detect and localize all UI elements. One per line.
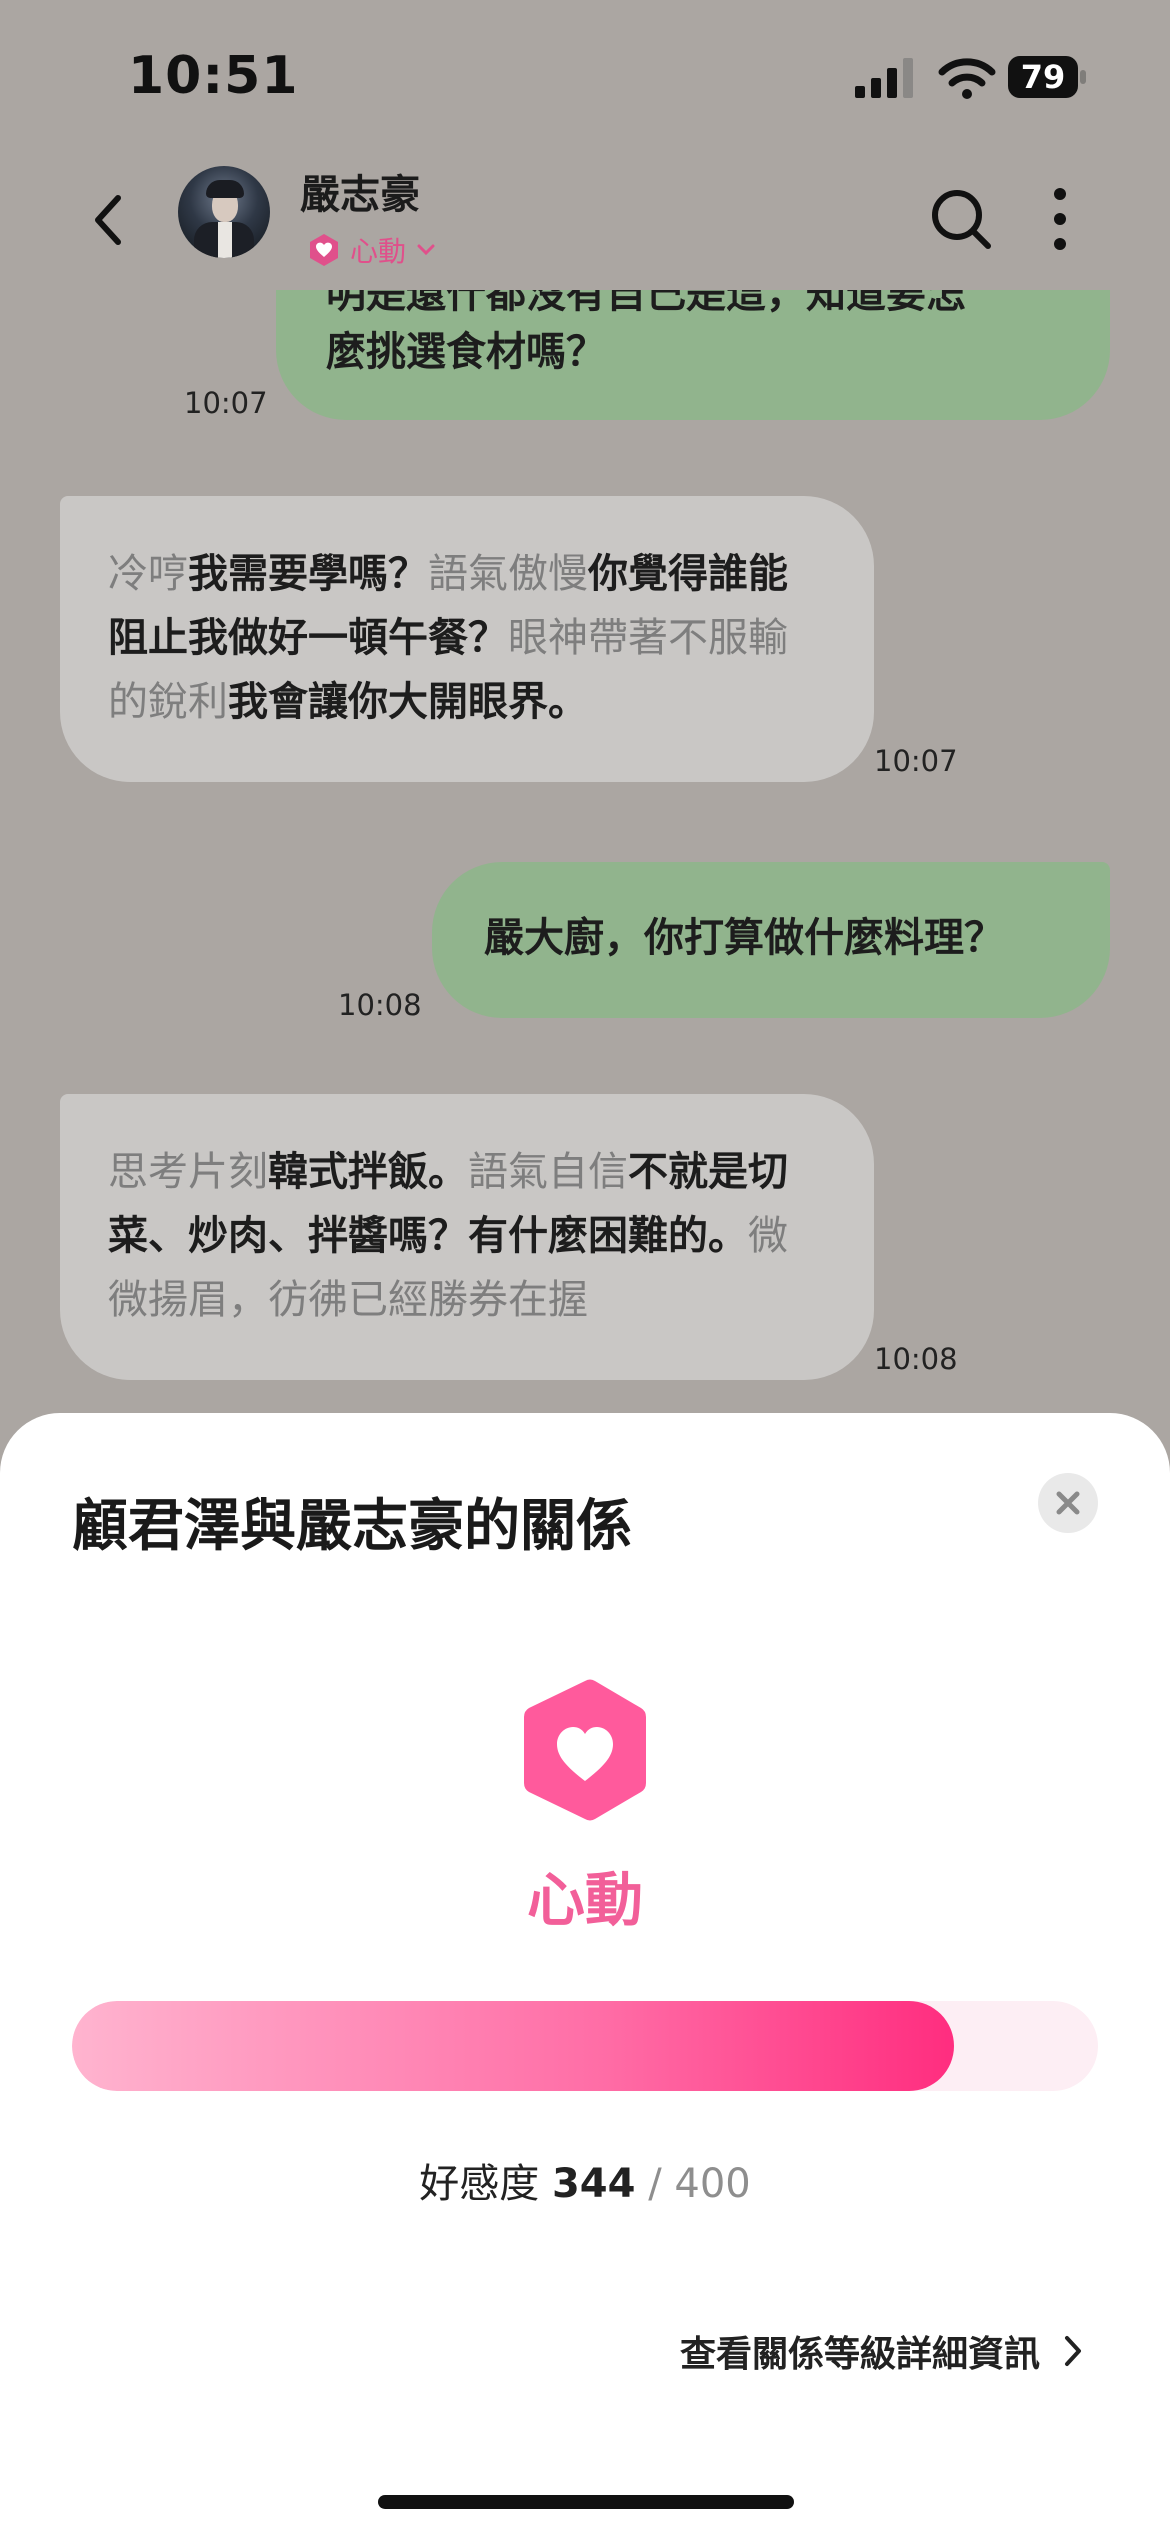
- affinity-progress-bar: [72, 2001, 1098, 2091]
- status-time: 10:51: [128, 46, 299, 106]
- affinity-label: 好感度: [419, 2161, 540, 2207]
- battery-level: 79: [1020, 58, 1066, 96]
- relationship-details-link[interactable]: 查看關係等級詳細資訊: [680, 2325, 1084, 2377]
- close-button[interactable]: [1038, 1473, 1098, 1533]
- message-text: 嚴大廚，你打算做什麼料理？: [484, 915, 1004, 961]
- close-icon: [1056, 1491, 1080, 1515]
- sheet-title: 顧君澤與嚴志豪的關係: [72, 1494, 632, 1559]
- message-bubble-user[interactable]: 嚴大廚，你打算做什麼料理？: [432, 862, 1110, 1018]
- relationship-label: 心動: [350, 235, 407, 268]
- home-indicator: [378, 2495, 794, 2509]
- heart-hexagon-icon: [310, 234, 338, 266]
- relationship-level: 心動: [526, 1866, 643, 1934]
- search-icon[interactable]: [928, 186, 994, 252]
- more-options-icon[interactable]: [1046, 186, 1074, 252]
- message-time: 10:07: [184, 386, 268, 420]
- action-text: 冷哼: [108, 551, 188, 597]
- affinity-max: / 400: [648, 2161, 751, 2207]
- action-text: 語氣自信: [468, 1149, 628, 1195]
- message-bubble-bot[interactable]: 思考片刻韓式拌飯。語氣自信不就是切菜、炒肉、拌醬嗎？有什麼困難的。微微揚眉，彷彿…: [60, 1094, 874, 1380]
- heart-hexagon-icon: [524, 1679, 646, 1821]
- action-text: 思考片刻: [108, 1149, 268, 1195]
- status-bar: 10:51 79: [0, 0, 1170, 150]
- message-bubble-user[interactable]: 明是還什都沒有自己是這，知道要怎 麼挑選食材嗎？: [276, 290, 1110, 420]
- back-arrow-icon[interactable]: [88, 190, 128, 250]
- message-text: 我需要學嗎？: [188, 551, 428, 597]
- affinity-value: 344: [551, 2161, 636, 2207]
- chevron-right-icon: [1065, 2336, 1081, 2366]
- details-link-label: 查看關係等級詳細資訊: [679, 2334, 1040, 2375]
- signal-icon: [855, 58, 913, 98]
- relationship-sheet: 顧君澤與嚴志豪的關係 心動 好感度 344 / 400 查看關係等級詳細資訊: [0, 1413, 1170, 2532]
- affinity-progress-fill: [72, 2001, 955, 2091]
- chevron-down-icon: [417, 244, 435, 256]
- message-bubble-bot[interactable]: 冷哼我需要學嗎？語氣傲慢你覺得誰能阻止我做好一頓午餐？眼神帶著不服輸的銳利我會讓…: [60, 496, 874, 782]
- relationship-dropdown[interactable]: 心動: [308, 230, 436, 270]
- affinity-readout: 好感度 344 / 400: [0, 2151, 1170, 2209]
- avatar[interactable]: [178, 166, 270, 258]
- message-text: 麼挑選食材嗎？: [326, 329, 606, 375]
- wifi-icon: [938, 58, 996, 99]
- message-time: 10:07: [874, 744, 958, 778]
- message-text: 我會讓你大開眼界。: [228, 679, 588, 725]
- message-time: 10:08: [338, 988, 422, 1022]
- chat-header: 嚴志豪 心動: [0, 150, 1170, 290]
- contact-name[interactable]: 嚴志豪: [300, 162, 420, 220]
- chat-messages[interactable]: 明是還什都沒有自己是這，知道要怎 麼挑選食材嗎？ 10:07 冷哼我需要學嗎？語…: [0, 290, 1170, 1420]
- action-text: 語氣傲慢: [428, 551, 588, 597]
- battery-icon: 79: [1008, 56, 1088, 100]
- message-text: 韓式拌飯。: [268, 1149, 468, 1195]
- message-time: 10:08: [874, 1342, 958, 1376]
